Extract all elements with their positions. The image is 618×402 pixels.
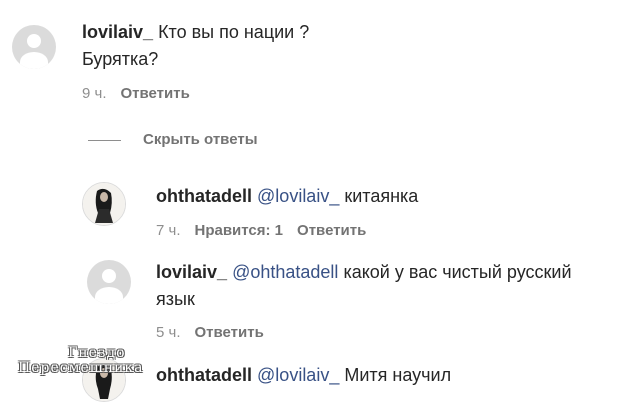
watermark: Гнездо Пересмешника xyxy=(18,346,144,376)
avatar[interactable] xyxy=(82,182,126,226)
reply-button[interactable]: Ответить xyxy=(121,85,190,102)
reply-mention[interactable]: @lovilaiv_ xyxy=(257,186,339,206)
avatar-shoulders xyxy=(95,287,123,304)
reply-button[interactable]: Ответить xyxy=(297,222,366,239)
reply-button[interactable]: Ответить xyxy=(195,324,264,341)
avatar-shoulders xyxy=(20,52,48,69)
comment-time: 9 ч. xyxy=(82,85,107,102)
watermark-line1: Гнездо xyxy=(68,345,126,361)
reply-body-line2: язык xyxy=(156,289,195,309)
avatar[interactable] xyxy=(12,25,56,69)
reply-meta: 7 ч. Нравится: 1 Ответить xyxy=(156,221,380,241)
divider-line xyxy=(88,139,121,141)
avatar-photo-icon xyxy=(83,183,125,225)
comment-1: lovilaiv_ Кто вы по нации ? Бурятка? 9 ч… xyxy=(0,0,618,110)
reply-2: lovilaiv_ @ohthatadell какой у вас чисты… xyxy=(0,250,618,350)
hide-replies-label: Скрыть ответы xyxy=(143,131,258,148)
comment-body: Кто вы по нации ? xyxy=(158,22,310,42)
reply-meta: 5 ч. Ответить xyxy=(156,323,278,343)
reply-username[interactable]: lovilaiv_ xyxy=(156,262,227,282)
comment-body-line2: Бурятка? xyxy=(82,49,159,69)
reply-time: 5 ч. xyxy=(156,324,181,341)
watermark-line2: Пересмешника xyxy=(18,360,144,376)
comment-username[interactable]: lovilaiv_ xyxy=(82,22,153,42)
reply-body: какой у вас чистый русский xyxy=(343,262,572,282)
likes-count[interactable]: Нравится: 1 xyxy=(195,222,284,239)
hide-replies-button[interactable]: Скрыть ответы xyxy=(88,130,258,150)
avatar-head xyxy=(27,34,41,48)
reply-body: Митя научил xyxy=(344,365,452,385)
comment-text: lovilaiv_ Кто вы по нации ? Бурятка? xyxy=(82,19,602,73)
reply-time: 7 ч. xyxy=(156,222,181,239)
reply-mention[interactable]: @ohthatadell xyxy=(232,262,338,282)
reply-username[interactable]: ohthatadell xyxy=(156,365,252,385)
reply-text: ohthatadell @lovilaiv_ китаянка xyxy=(156,183,606,210)
reply-text: ohthatadell @lovilaiv_ Митя научил xyxy=(156,362,606,389)
avatar-head xyxy=(102,269,116,283)
reply-text: lovilaiv_ @ohthatadell какой у вас чисты… xyxy=(156,259,606,313)
avatar[interactable] xyxy=(87,260,131,304)
reply-mention[interactable]: @lovilaiv_ xyxy=(257,365,339,385)
reply-1: ohthatadell @lovilaiv_ китаянка 7 ч. Нрав… xyxy=(0,170,618,250)
comment-meta: 9 ч. Ответить xyxy=(82,84,204,104)
reply-body: китаянка xyxy=(344,186,419,206)
reply-username[interactable]: ohthatadell xyxy=(156,186,252,206)
